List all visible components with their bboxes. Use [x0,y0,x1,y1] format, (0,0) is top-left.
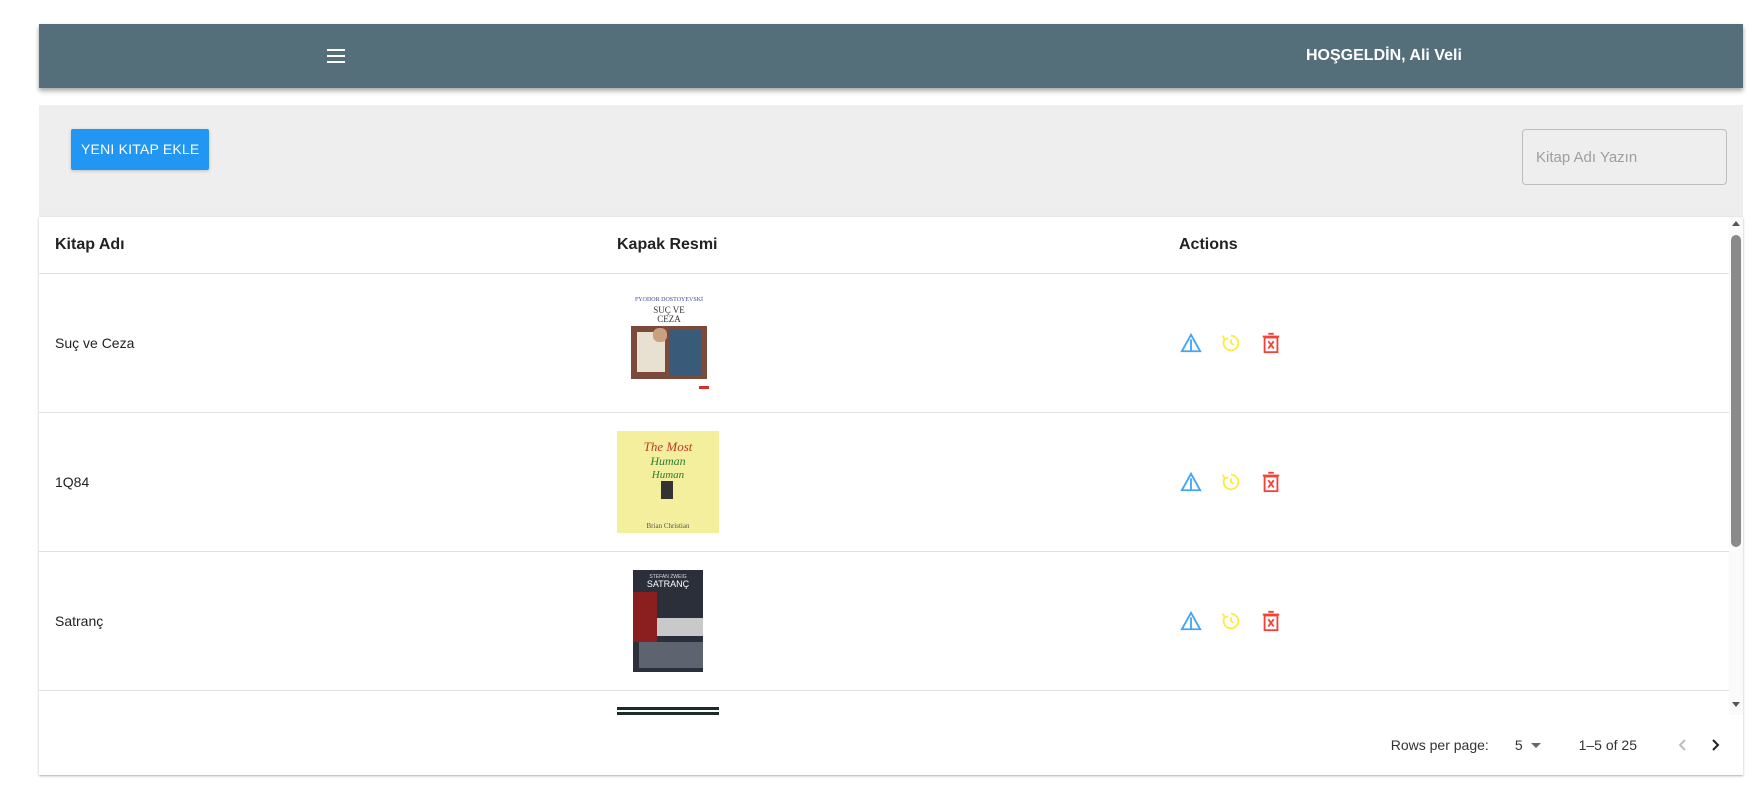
row-actions [1163,470,1729,494]
add-book-button[interactable]: YENI KITAP EKLE [71,129,210,170]
column-header-cover: Kapak Resmi [617,236,718,253]
book-title: Suç ve Ceza [55,335,135,351]
toolbar: YENI KITAP EKLE [39,105,1743,217]
book-cover-image: The Most Human Human Brian Christian [617,431,719,533]
rows-per-page-label: Rows per page: [1390,737,1489,753]
table-scroll-area[interactable]: Kitap Adı Kapak Resmi Actions Suç ve Cez… [39,217,1743,715]
previous-page-button[interactable] [1667,729,1699,761]
chevron-right-icon [1712,739,1720,751]
column-header-title: Kitap Adı [55,236,125,253]
row-actions [1163,609,1729,633]
books-table: Kitap Adı Kapak Resmi Actions Suç ve Cez… [39,217,1743,775]
svg-text:The Most: The Most [644,439,693,454]
svg-text:FYODOR DOSTOYEVSKİ: FYODOR DOSTOYEVSKİ [635,296,703,303]
table-pagination: Rows per page: 5 1–5 of 25 [39,715,1743,775]
table-row: Satranç STEFAN ZWEIG SATRANÇ [39,552,1729,691]
book-title: 1Q84 [55,474,90,490]
table-row: 1Q84 The Most Human Human Brian Christia… [39,413,1729,552]
history-icon[interactable] [1219,609,1243,633]
svg-text:SATRANÇ: SATRANÇ [647,579,690,589]
book-title: Satranç [55,613,104,629]
app-bar: HOŞGELDİN, Ali Veli [39,24,1743,88]
pagination-range: 1–5 of 25 [1578,737,1637,753]
chevron-left-icon [1678,739,1686,751]
rows-per-page-select[interactable]: 5 [1515,737,1541,753]
rows-per-page-value: 5 [1514,737,1523,753]
page: HOŞGELDİN, Ali Veli YENI KITAP EKLE Kita… [39,24,1743,775]
svg-text:CEZA: CEZA [657,314,681,324]
welcome-text: HOŞGELDİN, Ali Veli [1306,47,1462,64]
table-header: Kitap Adı Kapak Resmi Actions [39,217,1729,274]
dropdown-caret-icon [1530,742,1541,748]
scroll-up-arrow-icon[interactable] [1732,221,1740,226]
next-page-button[interactable] [1699,729,1731,761]
book-cover-image [617,707,719,715]
column-header-actions: Actions [1179,236,1238,253]
svg-text:Human: Human [649,454,685,468]
delete-icon[interactable] [1259,609,1283,633]
warning-icon[interactable] [1179,470,1203,494]
table-row: Suç ve Ceza FYODOR DOSTOYEVSKİ SUÇ VE CE… [39,274,1729,413]
vertical-scrollbar[interactable] [1729,217,1743,715]
delete-icon[interactable] [1259,331,1283,355]
warning-icon[interactable] [1179,331,1203,355]
book-search-input[interactable] [1522,129,1727,185]
row-actions [1163,331,1729,355]
table-row [39,691,1729,715]
history-icon[interactable] [1219,331,1243,355]
svg-text:Brian Christian: Brian Christian [647,522,690,530]
menu-icon[interactable] [324,44,348,68]
history-icon[interactable] [1219,470,1243,494]
warning-icon[interactable] [1179,609,1203,633]
book-cover-image: FYODOR DOSTOYEVSKİ SUÇ VE CEZA [617,292,719,394]
scroll-down-arrow-icon[interactable] [1732,702,1740,707]
scrollbar-thumb[interactable] [1731,235,1741,547]
delete-icon[interactable] [1259,470,1283,494]
svg-text:Human: Human [651,469,685,481]
book-cover-image: STEFAN ZWEIG SATRANÇ [617,570,719,672]
